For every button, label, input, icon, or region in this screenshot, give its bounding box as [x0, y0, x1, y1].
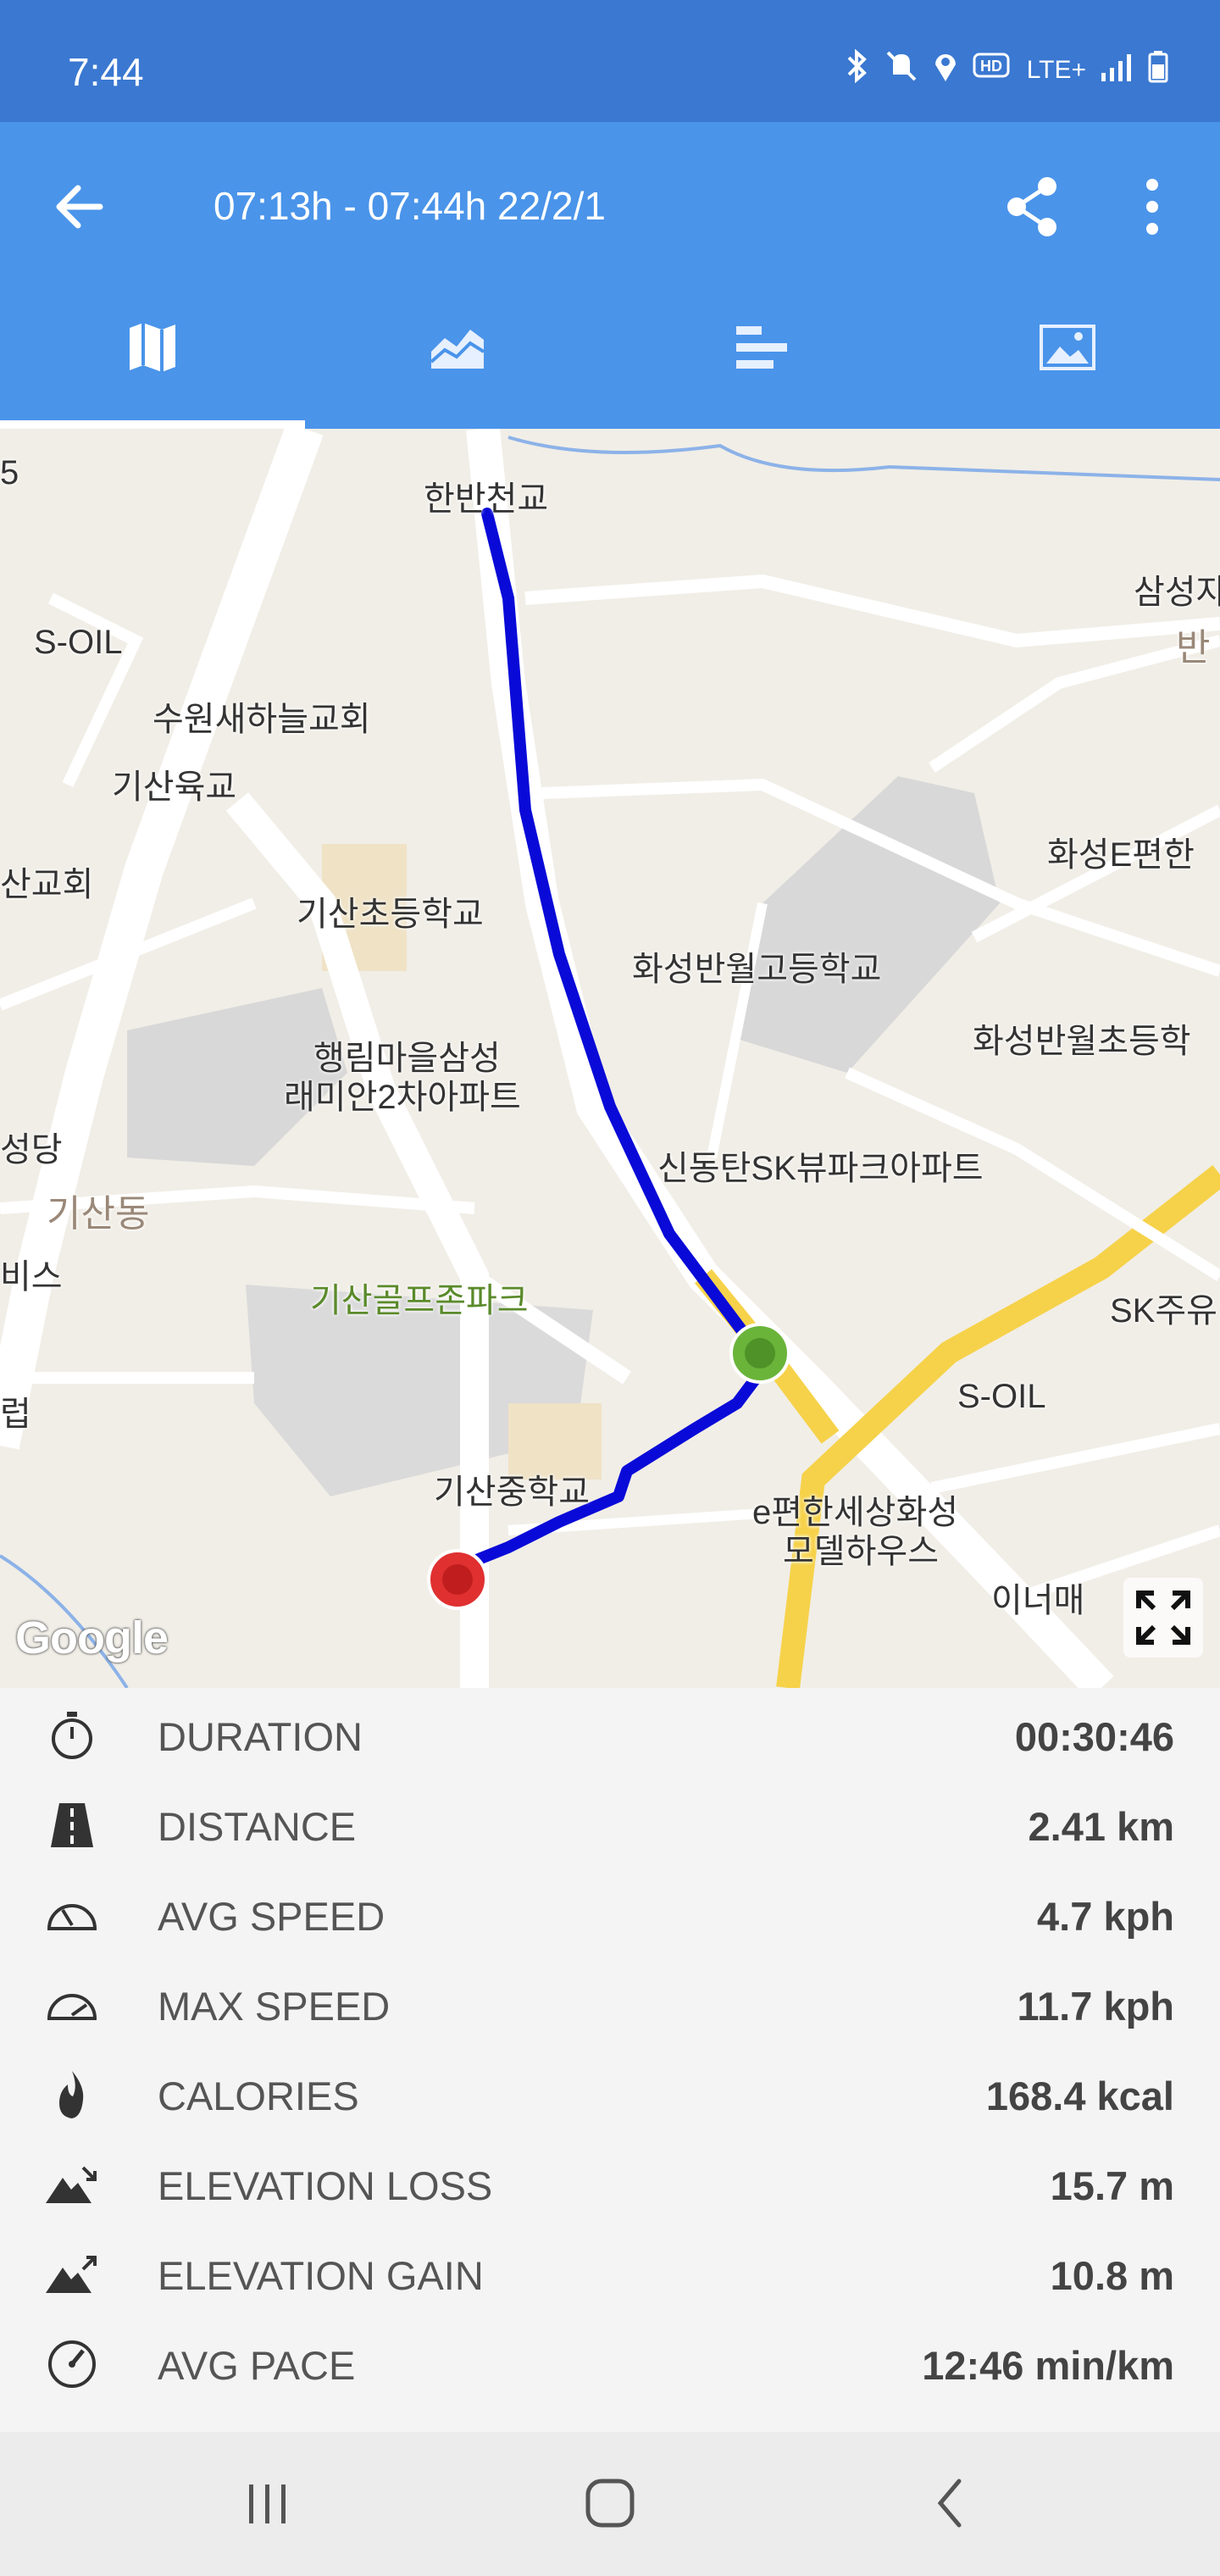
tab-image[interactable] [915, 291, 1220, 429]
lte-icon: LTE+ [1026, 55, 1086, 84]
map-district-label: 반 [1176, 627, 1211, 669]
stat-label: DISTANCE [158, 1804, 357, 1849]
recents-button[interactable] [225, 2466, 310, 2542]
tab-map[interactable] [0, 291, 305, 429]
stat-row-elevation-loss: ELEVATION LOSS 15.7 m [0, 2137, 1220, 2227]
map-label: 화성반월초등학 [973, 1023, 1191, 1060]
status-bar: 7:44 HD LTE+ [0, 0, 1220, 122]
share-button[interactable] [1000, 173, 1068, 241]
map-label: 이너매 [991, 1582, 1085, 1619]
bars-icon [736, 326, 787, 369]
map-label: 기산초등학교 [297, 896, 484, 933]
more-vert-icon [1146, 179, 1158, 235]
map-district-label: 기산동 [47, 1193, 150, 1235]
stat-row-avg-speed: AVG SPEED 4.7 kph [0, 1868, 1220, 1957]
stat-row-distance: DISTANCE 2.41 km [0, 1778, 1220, 1868]
map-label: 래미안2차아파트 [284, 1079, 521, 1116]
status-icons: HD LTE+ [842, 48, 1169, 91]
chart-icon [430, 330, 485, 369]
stat-label: CALORIES [158, 2074, 359, 2118]
map-label: 비스 [0, 1258, 63, 1296]
map-label: 한반천교 [424, 480, 549, 518]
map-label: 신동탄SK뷰파크아파트 [657, 1150, 984, 1187]
mountain-down-icon [46, 2166, 97, 2203]
image-icon [1040, 325, 1095, 370]
signal-icon [1100, 49, 1134, 91]
map-label: 산교회 [0, 866, 94, 903]
map-label: 성당 [0, 1131, 63, 1169]
stat-row-elevation-gain: ELEVATION GAIN 10.8 m [0, 2227, 1220, 2317]
stopwatch-icon [52, 1712, 92, 1759]
status-time: 7:44 [68, 50, 144, 94]
stat-label: AVG SPEED [158, 1894, 385, 1939]
map-label: S-OIL [34, 624, 123, 661]
stat-value: 00:30:46 [1014, 1714, 1174, 1759]
stat-value: 10.8 m [1050, 2253, 1174, 2298]
app-root: 7:44 HD LTE+ 07:13h - 07:44h 22/2/1 한반천교… [0, 0, 1220, 2576]
speedometer-icon [47, 1904, 97, 1930]
stat-value: 2.41 km [1028, 1804, 1174, 1849]
road-icon [51, 1803, 93, 1847]
map-label: S-OIL [957, 1378, 1046, 1415]
map-label: SK주유 [1110, 1292, 1217, 1330]
arrow-left-icon [56, 185, 103, 229]
fullscreen-icon [1136, 1591, 1190, 1645]
map-label: 기산골프존파크 [310, 1282, 529, 1319]
stat-label: MAX SPEED [158, 1984, 391, 2029]
stat-row-avg-pace: AVG PACE 12:46 min/km [0, 2317, 1220, 2407]
stat-label: DURATION [158, 1714, 363, 1759]
app-bar: 07:13h - 07:44h 22/2/1 [0, 122, 1220, 429]
map-label: 5 [0, 454, 19, 491]
home-icon [585, 2479, 635, 2528]
map-label: 기산육교 [112, 769, 237, 806]
map-label: 삼성자 [1134, 574, 1220, 611]
fullscreen-button[interactable] [1123, 1578, 1203, 1657]
tab-bars[interactable] [610, 291, 915, 429]
stat-value: 4.7 kph [1037, 1894, 1174, 1939]
stats-list: DURATION 00:30:46 DISTANCE 2.41 km AVG S… [0, 1688, 1220, 2432]
back-button[interactable] [49, 173, 117, 241]
map-label: 수원새하늘교회 [152, 701, 371, 738]
battery-icon [1147, 49, 1169, 91]
nav-back-icon [937, 2479, 962, 2528]
nav-back-button[interactable] [908, 2466, 993, 2542]
stat-row-calories: CALORIES 168.4 kcal [0, 2047, 1220, 2137]
stat-row-max-speed: MAX SPEED 11.7 kph [0, 1957, 1220, 2047]
share-icon [1007, 177, 1056, 236]
bluetooth-icon [842, 48, 871, 91]
activity-title: 07:13h - 07:44h 22/2/1 [214, 184, 606, 228]
fire-icon [59, 2071, 84, 2118]
stat-label: ELEVATION LOSS [158, 2163, 493, 2208]
stat-value: 12:46 min/km [922, 2343, 1174, 2388]
stat-value: 15.7 m [1050, 2163, 1174, 2208]
stat-label: ELEVATION GAIN [158, 2253, 484, 2298]
more-options-button[interactable] [1127, 173, 1178, 241]
map-label: 기산중학교 [434, 1474, 590, 1511]
map-label: 럽 [0, 1396, 31, 1433]
hd-voice-icon: HD [973, 49, 1013, 91]
map-label: 모델하우스 [783, 1533, 939, 1570]
gauge-icon [48, 2340, 96, 2388]
location-icon [932, 49, 959, 91]
stat-value: 11.7 kph [1017, 1984, 1175, 2029]
mountain-up-icon [46, 2256, 97, 2293]
hd-text: HD [980, 58, 1002, 75]
recents-icon [249, 2484, 286, 2523]
stat-row-duration: DURATION 00:30:46 [0, 1688, 1220, 1778]
stat-label: AVG PACE [158, 2343, 356, 2388]
map-label: 화성반월고등학교 [632, 951, 882, 988]
tab-bar [0, 291, 1220, 429]
stat-value: 168.4 kcal [985, 2074, 1174, 2118]
map-icon [130, 323, 175, 372]
system-nav-bar [0, 2432, 1220, 2576]
speedometer-max-icon [47, 1994, 97, 2020]
google-logo: Google [15, 1613, 169, 1663]
home-button[interactable] [568, 2466, 652, 2542]
map-label: 화성E편한 [1047, 836, 1195, 874]
mute-icon [884, 49, 918, 91]
tab-chart[interactable] [305, 291, 610, 429]
route-map[interactable]: 한반천교 S-OIL 수원새하늘교회 기산육교 산교회 기산초등학교 행림마을삼… [0, 429, 1220, 1688]
